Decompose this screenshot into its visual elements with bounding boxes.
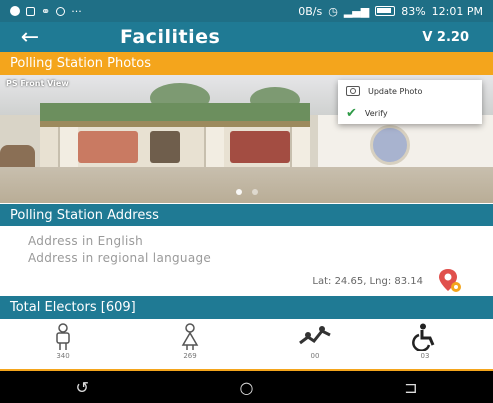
verify-menu-item[interactable]: ✔ Verify xyxy=(338,102,482,124)
photo-wall-art xyxy=(370,125,410,165)
network-speed: 0B/s xyxy=(298,4,323,18)
alarm-icon: ◷ xyxy=(328,4,338,18)
photo-options-menu: Update Photo ✔ Verify xyxy=(338,80,482,124)
photo-mural xyxy=(230,131,290,163)
photo-mural xyxy=(78,131,138,163)
more-notifications-text: ··· xyxy=(71,4,82,18)
update-photo-label: Update Photo xyxy=(368,86,423,96)
app-bar: ← Facilities V 2.20 xyxy=(0,22,493,52)
update-photo-menu-item[interactable]: Update Photo xyxy=(338,80,482,102)
address-panel: Address in English Address in regional l… xyxy=(0,226,493,296)
elector-group-disabled: 03 xyxy=(395,323,455,360)
sync-icon xyxy=(56,6,66,16)
signal-icon: ▂▄▆ xyxy=(343,4,370,18)
nav-home-button[interactable]: ○ xyxy=(226,378,266,397)
verify-label: Verify xyxy=(364,108,388,118)
photo-ground xyxy=(0,167,493,203)
elector-count-third-gender: 00 xyxy=(310,352,320,360)
third-gender-icon xyxy=(299,326,331,345)
elector-group-female: 269 xyxy=(160,323,220,360)
elector-group-third-gender: 00 xyxy=(285,323,345,360)
pager-dot-active[interactable] xyxy=(235,189,242,195)
elector-count-male: 340 xyxy=(56,352,70,360)
version-label: V 2.20 xyxy=(422,29,469,45)
electors-section-header: Total Electors [609] xyxy=(0,296,493,319)
usb-icon: ⚭ xyxy=(41,4,51,18)
elector-count-female: 269 xyxy=(183,352,197,360)
photo-doorway xyxy=(150,131,180,163)
battery-percent: 83% xyxy=(401,4,426,18)
pager-dot[interactable] xyxy=(251,189,258,195)
status-bar: ⚭ ··· 0B/s ◷ ▂▄▆ 83% 12:01 PM xyxy=(0,0,493,22)
clock: 12:01 PM xyxy=(431,4,483,18)
app-notification-icon xyxy=(26,6,35,16)
male-icon xyxy=(56,323,70,350)
address-section-header: Polling Station Address xyxy=(0,204,493,226)
status-left: ⚭ ··· xyxy=(10,5,82,18)
disabled-icon xyxy=(412,323,435,351)
female-icon xyxy=(181,323,199,350)
photos-section-header: Polling Station Photos xyxy=(0,52,493,75)
address-english: Address in English xyxy=(28,234,144,248)
camera-icon xyxy=(346,86,360,96)
nav-recent-button[interactable]: ⊐ xyxy=(391,378,431,397)
lat-lng-readout: Lat: 24.65, Lng: 83.14 xyxy=(312,276,423,287)
electors-panel: 340 269 00 03 xyxy=(0,320,493,370)
address-regional: Address in regional language xyxy=(28,251,212,265)
status-right: 0B/s ◷ ▂▄▆ 83% 12:01 PM xyxy=(298,5,483,18)
photo-caption: PS Front View xyxy=(6,79,69,88)
back-arrow-icon[interactable]: ← xyxy=(0,25,60,50)
elector-group-male: 340 xyxy=(33,323,93,360)
carousel-pager xyxy=(0,189,493,195)
elector-count-disabled: 03 xyxy=(420,352,430,360)
page-title: Facilities xyxy=(120,26,221,48)
system-nav-bar: ↺ ○ ⊐ xyxy=(0,371,493,403)
map-pin-icon[interactable] xyxy=(437,268,463,294)
notification-icon xyxy=(10,6,20,16)
check-icon: ✔ xyxy=(346,105,357,121)
battery-icon xyxy=(375,6,396,16)
nav-back-button[interactable]: ↺ xyxy=(62,378,102,397)
